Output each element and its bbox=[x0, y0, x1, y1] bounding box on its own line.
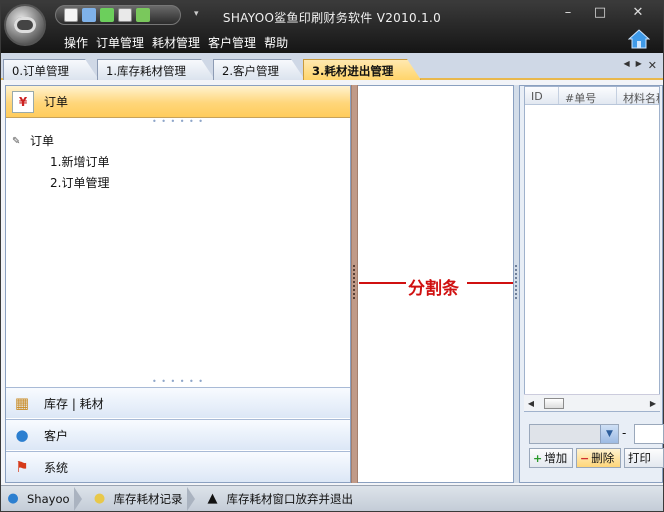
tab-inventory[interactable]: 1.库存耗材管理 bbox=[97, 59, 215, 80]
status-bar: ● Shayoo ● 库存耗材记录 ▲ 库存耗材窗口放弃并退出 bbox=[1, 485, 663, 511]
column-header-number[interactable]: #单号 bbox=[559, 87, 617, 105]
records-grid[interactable]: ID #单号 材料名称 bbox=[524, 86, 660, 412]
scroll-right-icon[interactable]: ▶ bbox=[646, 399, 660, 408]
close-button[interactable]: ✕ bbox=[627, 5, 649, 20]
menu-item-help[interactable]: 帮助 bbox=[264, 34, 288, 51]
tab-orders[interactable]: 0.订单管理 bbox=[3, 59, 99, 80]
nav-group-customers[interactable]: ● 客户 bbox=[6, 419, 350, 450]
splitter-grip bbox=[353, 265, 355, 301]
status-separator bbox=[73, 486, 82, 511]
nav-group-inventory[interactable]: ▦ 库存 | 耗材 bbox=[6, 387, 350, 418]
menu-item-orders[interactable]: 订单管理 bbox=[96, 34, 144, 51]
print-button[interactable]: 打印 bbox=[624, 448, 664, 468]
chevron-down-icon[interactable]: ▼ bbox=[600, 425, 618, 443]
yen-icon: ¥ bbox=[12, 90, 34, 113]
tree-item-new-order[interactable]: 1.新增订单 bbox=[12, 151, 109, 172]
annotation-line-right bbox=[467, 282, 513, 284]
tab-customers[interactable]: 2.客户管理 bbox=[213, 59, 305, 80]
menu-item-customers[interactable]: 客户管理 bbox=[208, 34, 256, 51]
column-header-id[interactable]: ID bbox=[525, 87, 559, 104]
minimize-button[interactable]: – bbox=[557, 5, 579, 20]
tab-close-icon[interactable]: ✕ bbox=[648, 59, 657, 72]
pin-icon: ✎ bbox=[12, 135, 21, 147]
grid-header: ID #单号 材料名称 bbox=[525, 87, 659, 105]
status-separator bbox=[186, 486, 195, 511]
delete-button[interactable]: − 删除 bbox=[576, 448, 621, 468]
menu-item-operations[interactable]: 操作 bbox=[64, 34, 88, 51]
add-button[interactable]: + 增加 bbox=[529, 448, 573, 468]
tree-root[interactable]: ✎ 订单 bbox=[12, 130, 109, 151]
action-buttons: + 增加 − 删除 打印 bbox=[529, 448, 664, 468]
date-to-combo[interactable] bbox=[634, 424, 664, 444]
lightbulb-icon: ● bbox=[93, 491, 106, 506]
maximize-button[interactable]: □ bbox=[589, 5, 611, 20]
range-separator: - bbox=[622, 426, 627, 440]
title-bar: ▾ SHAYOO鲨鱼印刷财务软件 V2010.1.0 – □ ✕ 操作 订单管理… bbox=[1, 1, 663, 53]
orders-tree: ✎ 订单 1.新增订单 2.订单管理 bbox=[12, 130, 109, 193]
menu-bar: 操作 订单管理 耗材管理 客户管理 帮助 bbox=[64, 34, 288, 51]
plus-icon: + bbox=[533, 451, 543, 465]
annotation-label: 分割条 bbox=[408, 279, 459, 299]
tab-material-io[interactable]: 3.耗材进出管理 bbox=[303, 59, 421, 80]
records-panel: ID #单号 材料名称 ◀ ▶ ▼ - + 增加 − 删除 打 bbox=[519, 85, 664, 483]
tree-item-order-management[interactable]: 2.订单管理 bbox=[12, 172, 109, 193]
home-icon[interactable] bbox=[628, 29, 650, 49]
status-user: ● Shayoo bbox=[1, 487, 74, 511]
minus-icon: − bbox=[580, 451, 590, 465]
scroll-thumb[interactable] bbox=[544, 397, 564, 409]
boxes-icon: ▦ bbox=[14, 394, 30, 412]
navigation-panel: ¥ 订单 • • • • • • ✎ 订单 1.新增订单 2.订单管理 • • … bbox=[5, 85, 351, 483]
date-from-combo[interactable]: ▼ bbox=[529, 424, 619, 444]
orders-group-header[interactable]: ¥ 订单 bbox=[6, 86, 350, 118]
tab-prev-icon[interactable]: ◀ bbox=[623, 59, 629, 72]
horizontal-scrollbar[interactable]: ◀ ▶ bbox=[524, 394, 660, 411]
tab-nav: ◀ ▶ ✕ bbox=[623, 59, 657, 72]
orders-group-title: 订单 bbox=[44, 95, 69, 109]
user-icon: ● bbox=[7, 491, 19, 506]
column-header-material[interactable]: 材料名称 bbox=[617, 87, 659, 105]
status-tip: ● 库存耗材记录 bbox=[88, 487, 187, 511]
tab-next-icon[interactable]: ▶ bbox=[636, 59, 642, 72]
splitter-annotation: 分割条 bbox=[356, 271, 516, 299]
panel-resize-grip[interactable]: • • • • • • bbox=[6, 118, 350, 126]
nav-group-system[interactable]: ⚑ 系统 bbox=[6, 451, 350, 482]
penguin-icon: ▲ bbox=[207, 491, 218, 506]
panel-resize-grip[interactable]: • • • • • • bbox=[6, 378, 350, 386]
annotation-line-left bbox=[359, 282, 406, 284]
user-icon: ● bbox=[15, 426, 29, 444]
document-tabs: 0.订单管理 1.库存耗材管理 2.客户管理 3.耗材进出管理 ◀ ▶ ✕ bbox=[1, 53, 663, 80]
flag-icon: ⚑ bbox=[15, 458, 29, 476]
scroll-left-icon[interactable]: ◀ bbox=[524, 399, 538, 408]
app-window: ▾ SHAYOO鲨鱼印刷财务软件 V2010.1.0 – □ ✕ 操作 订单管理… bbox=[0, 0, 664, 512]
status-message: ▲ 库存耗材窗口放弃并退出 bbox=[201, 487, 358, 511]
menu-item-materials[interactable]: 耗材管理 bbox=[152, 34, 200, 51]
